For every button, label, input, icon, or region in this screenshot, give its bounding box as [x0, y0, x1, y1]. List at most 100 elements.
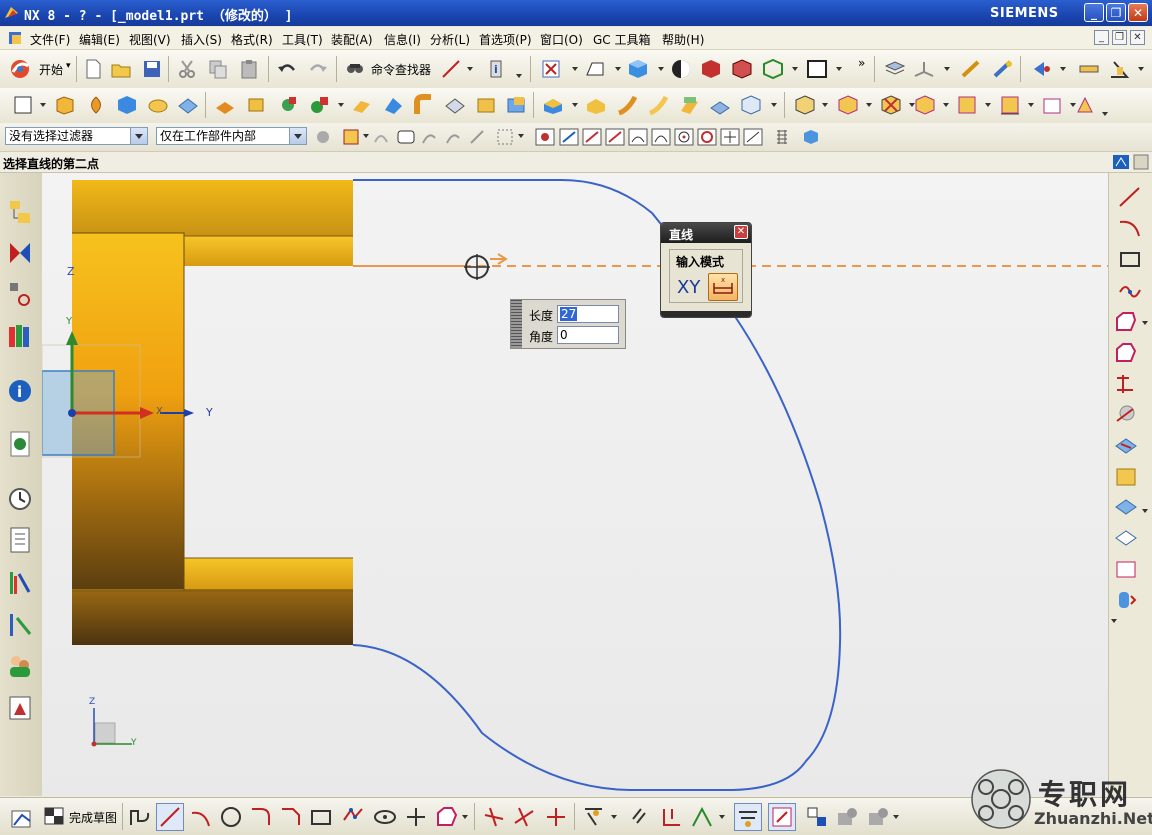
process-studio-icon[interactable]: [6, 568, 34, 598]
hidden-lines-icon[interactable]: [731, 58, 753, 80]
sketch-constraints-icon[interactable]: [1113, 588, 1139, 612]
curve-rule-icon[interactable]: [420, 128, 438, 146]
snap-enable-icon[interactable]: [535, 128, 555, 146]
system-scenes-icon[interactable]: [6, 693, 34, 723]
sketch-view-icon[interactable]: [584, 58, 606, 80]
arc-icon[interactable]: [189, 805, 213, 829]
pocket-icon[interactable]: [177, 94, 199, 116]
arc-center-snap-icon[interactable]: [651, 128, 671, 146]
type-filter-dropdown[interactable]: 没有选择过滤器: [5, 127, 148, 145]
menu-edit[interactable]: 编辑(E): [79, 31, 120, 48]
line-icon[interactable]: [156, 803, 184, 831]
offset-face-icon[interactable]: [678, 94, 700, 116]
bridge-surface-icon[interactable]: [647, 94, 669, 116]
finish-sketch-flag-icon[interactable]: [42, 805, 66, 829]
selection-scope-dropdown[interactable]: 仅在工作部件内部: [156, 127, 307, 145]
pad-icon[interactable]: [214, 94, 236, 116]
tangent-constraint-icon[interactable]: [690, 805, 714, 829]
toolbar-overflow-chevron[interactable]: »: [858, 56, 865, 70]
unite-icon[interactable]: [350, 94, 372, 116]
constraint-navigator-icon[interactable]: [6, 239, 34, 269]
profile-icon[interactable]: [128, 805, 152, 829]
new-file-icon[interactable]: [82, 58, 104, 80]
endpoint-snap-icon[interactable]: [559, 128, 579, 146]
quadrant-snap-icon[interactable]: [674, 128, 694, 146]
start-dropdown-arrow[interactable]: ▾: [66, 61, 71, 71]
draft-icon[interactable]: [505, 94, 527, 116]
select-all-icon[interactable]: [372, 128, 390, 146]
save-icon[interactable]: [141, 58, 163, 80]
system-materials-icon[interactable]: [6, 525, 34, 555]
menu-preferences[interactable]: 首选项(P): [479, 31, 532, 48]
add-existing-curves-icon[interactable]: [1113, 495, 1139, 519]
menu-view[interactable]: 视图(V): [129, 31, 171, 48]
pattern-icon[interactable]: [542, 94, 564, 116]
menu-help[interactable]: 帮助(H): [662, 31, 704, 48]
boss-icon[interactable]: [147, 94, 169, 116]
manufacturing-wizard-icon[interactable]: [6, 610, 34, 640]
trim-body-icon[interactable]: [382, 94, 404, 116]
revolve-icon[interactable]: [85, 94, 107, 116]
groove-icon[interactable]: [277, 94, 299, 116]
show-constraints-icon[interactable]: [768, 803, 796, 831]
menu-analysis[interactable]: 分析(L): [430, 31, 470, 48]
copy-icon[interactable]: [207, 58, 229, 80]
studio-spline-icon[interactable]: [1117, 278, 1143, 302]
existing-point-snap-icon[interactable]: [697, 128, 717, 146]
snap-icon[interactable]: [960, 58, 982, 80]
rectangle-icon[interactable]: [309, 805, 333, 829]
measure-angle-icon[interactable]: [1108, 58, 1130, 80]
sketch-task-icon[interactable]: [10, 805, 34, 829]
info-window-icon[interactable]: i: [6, 376, 34, 406]
pull-face-icon[interactable]: [837, 94, 859, 116]
polygon-icon[interactable]: [341, 805, 365, 829]
mirror-curve-icon[interactable]: [1113, 372, 1139, 396]
menu-tools[interactable]: 工具(T): [282, 31, 323, 48]
menu-insert[interactable]: 插入(S): [181, 31, 222, 48]
alternate-solution-icon[interactable]: [835, 805, 859, 829]
edge-blend-icon[interactable]: [413, 94, 435, 116]
work-part-icon[interactable]: [802, 128, 820, 146]
close-icon[interactable]: ✕: [734, 225, 748, 239]
move-face-icon[interactable]: [794, 94, 816, 116]
command-finder-button[interactable]: 命令查找器: [371, 61, 431, 78]
fillet-icon[interactable]: [1113, 526, 1139, 550]
project-curve-icon[interactable]: [1113, 434, 1139, 458]
profile-line-icon[interactable]: [1117, 185, 1143, 209]
slot-icon[interactable]: [245, 94, 267, 116]
menu-file[interactable]: 文件(F): [30, 31, 70, 48]
datum-icon[interactable]: [308, 94, 330, 116]
paste-icon[interactable]: [238, 58, 260, 80]
thicken-icon[interactable]: [709, 94, 731, 116]
shaded-cube-icon[interactable]: [627, 58, 649, 80]
info-object-icon[interactable]: i: [486, 58, 508, 80]
resize-blend-icon[interactable]: [956, 94, 978, 116]
quick-extend-icon[interactable]: [512, 805, 536, 829]
arc-icon[interactable]: [1117, 216, 1143, 240]
point-on-surface-snap-icon[interactable]: [743, 128, 763, 146]
graphics-window[interactable]: Y X Y Z Z Y: [42, 173, 1108, 796]
control-point-snap-icon[interactable]: [605, 128, 625, 146]
angular-dimension-icon[interactable]: [1074, 94, 1096, 116]
ellipse-icon[interactable]: [373, 805, 397, 829]
history-palette-icon[interactable]: [6, 484, 34, 514]
doc-restore-button[interactable]: ❐: [1112, 30, 1127, 45]
bounded-grid-icon[interactable]: [774, 128, 790, 146]
doc-minimize-button[interactable]: _: [1094, 30, 1109, 45]
make-corner-icon[interactable]: [544, 805, 568, 829]
pattern-curve-icon[interactable]: [1113, 341, 1139, 365]
parameter-mode-button[interactable]: x: [708, 273, 738, 301]
menu-window[interactable]: 窗口(O): [540, 31, 583, 48]
measure-distance-icon[interactable]: [1078, 58, 1100, 80]
filter-reset-icon[interactable]: [314, 128, 332, 146]
parallel-constraint-icon[interactable]: [629, 805, 653, 829]
midpoint-snap-icon[interactable]: [582, 128, 602, 146]
tangent-curves-icon[interactable]: [468, 128, 486, 146]
cut-icon[interactable]: [176, 58, 198, 80]
fit-view-icon[interactable]: [540, 58, 562, 80]
intersection-snap-icon[interactable]: [628, 128, 648, 146]
wireframe-icon[interactable]: [762, 58, 784, 80]
doc-close-button[interactable]: ✕: [1130, 30, 1145, 45]
infer-settings-icon[interactable]: [866, 805, 890, 829]
drag-handle[interactable]: [511, 300, 522, 348]
